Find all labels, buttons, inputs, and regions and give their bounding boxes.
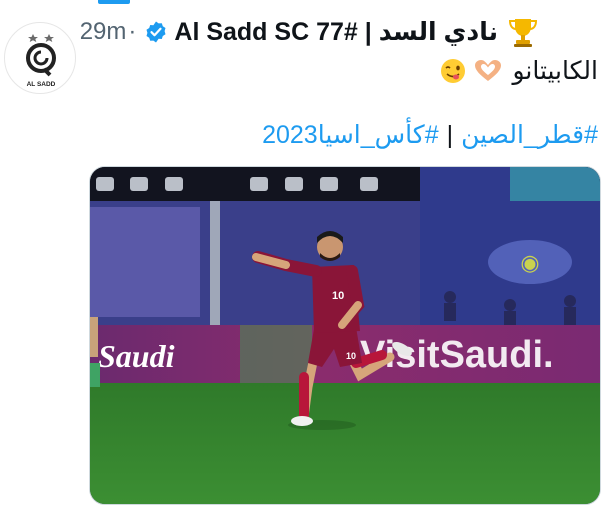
hashtag-link-2[interactable]: #كأس_اسيا2023: [262, 121, 439, 149]
al-sadd-logo-icon: AL SADD: [26, 34, 56, 88]
shorts-number: 10: [346, 351, 356, 361]
tweet-text-content: الكابيتانو: [512, 57, 598, 85]
asian-cup-logo-text: ◉: [520, 251, 539, 276]
winking-face-tongue-icon: [441, 59, 466, 83]
display-name[interactable]: نادي السد | #77 Al Sadd SC: [174, 17, 498, 47]
ad-board-saudi: Saudi: [98, 338, 175, 374]
avatar[interactable]: AL SADD: [4, 22, 76, 94]
hashtag-link-1[interactable]: #قطر_الصين: [461, 121, 598, 149]
trophy-icon: [508, 19, 538, 47]
stadium-photo: ◉ Saudi VisitSaudi. 10 10: [90, 167, 600, 504]
tweet-emojis: [434, 58, 504, 84]
tweet-header: 29m · نادي السد | #77 Al Sadd SC: [76, 14, 538, 50]
top-accent-bar: [98, 0, 130, 4]
timestamp[interactable]: 29m: [80, 18, 127, 46]
tweet-text: الكابيتانو: [434, 56, 598, 86]
hashtag-separator: |: [446, 121, 454, 149]
tweet-photo[interactable]: ◉ Saudi VisitSaudi. 10 10: [89, 166, 601, 505]
dot-separator: ·: [128, 18, 137, 45]
heart-hands-icon: [475, 60, 502, 81]
jersey-number: 10: [332, 290, 344, 302]
avatar-logo-text: AL SADD: [27, 81, 56, 88]
hashtags: #قطر_الصين|#كأس_اسيا2023: [262, 120, 598, 150]
verified-badge-icon[interactable]: [144, 20, 168, 44]
